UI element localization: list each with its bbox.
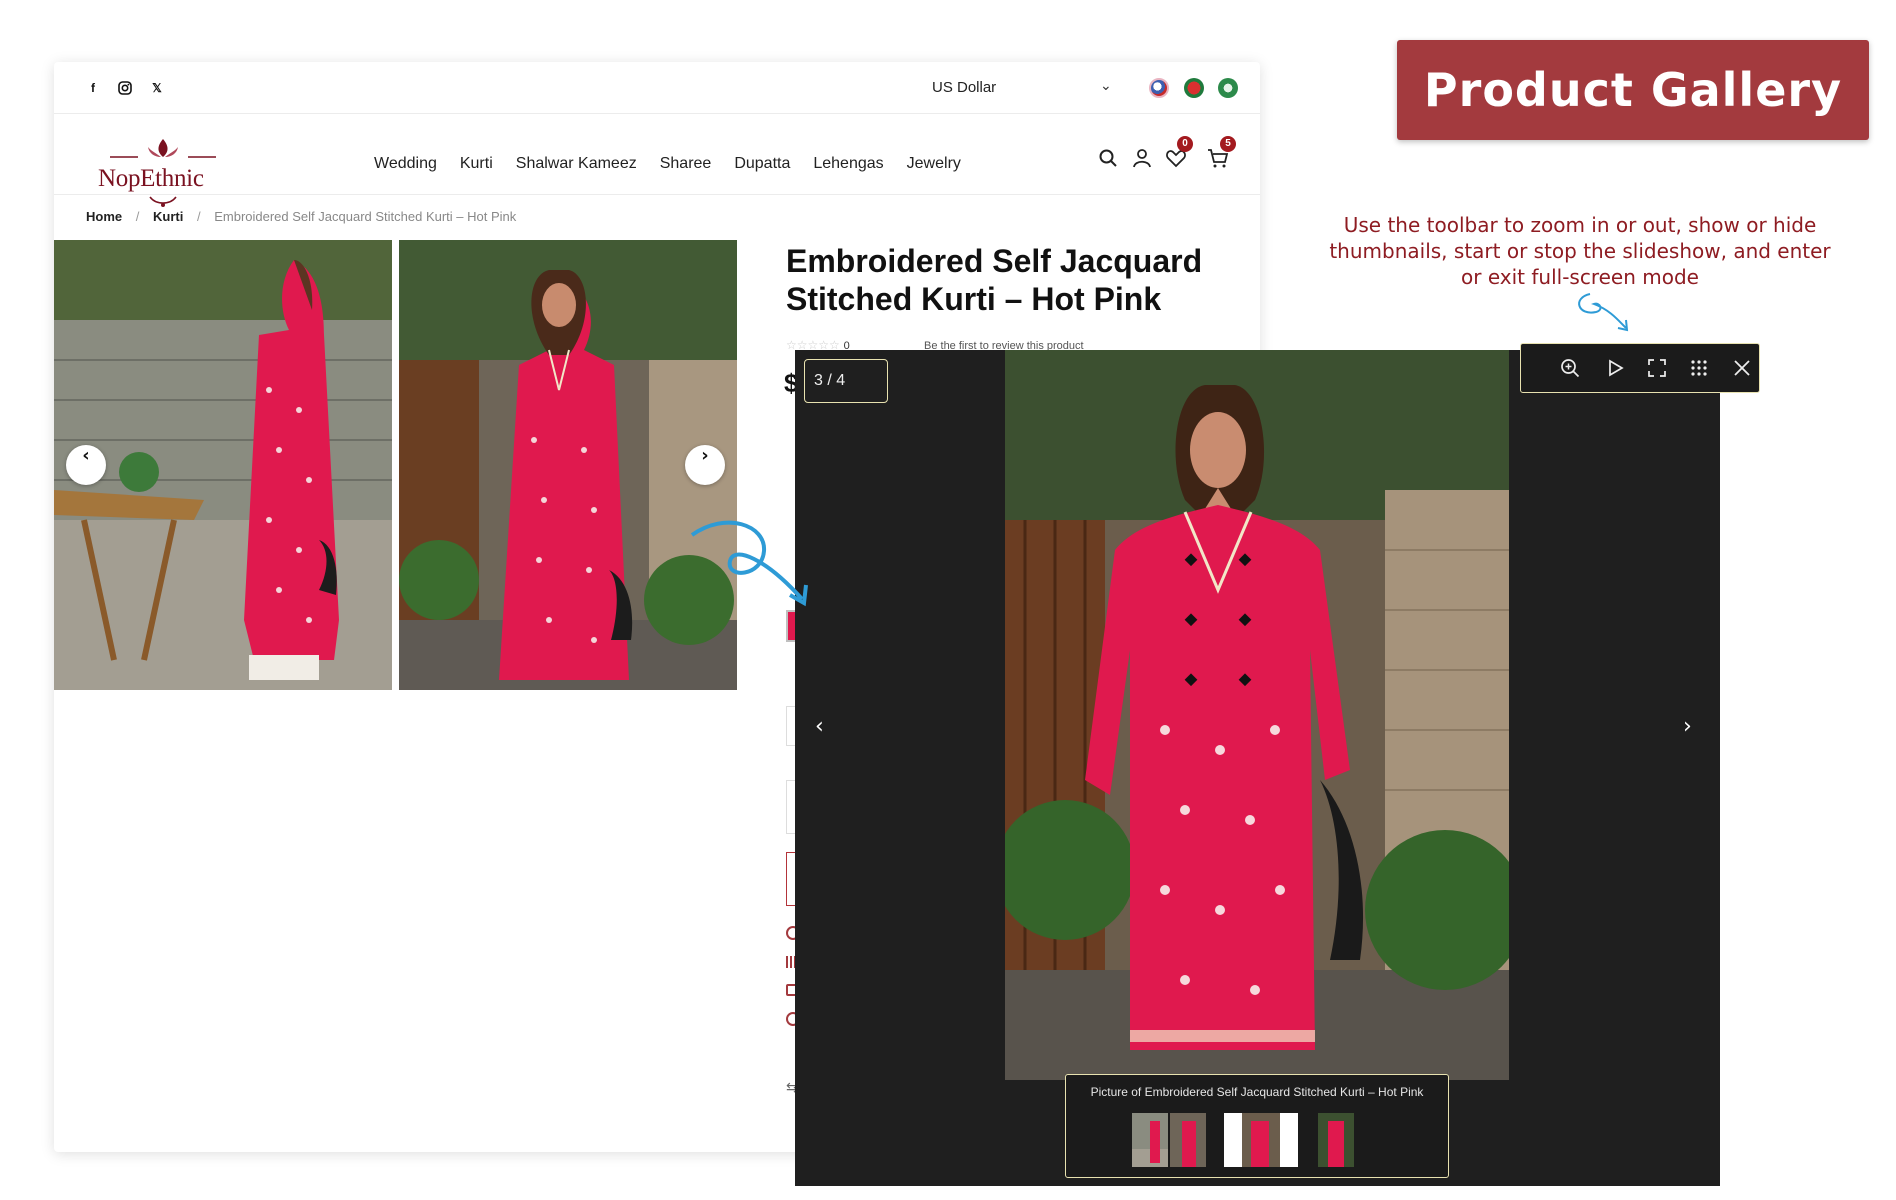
- nav-item-shalwar-kameez[interactable]: Shalwar Kameez: [516, 155, 637, 173]
- zoom-in-icon[interactable]: [1559, 357, 1581, 379]
- product-gallery-tag: Product Gallery: [1397, 40, 1869, 140]
- chevron-down-icon[interactable]: ⌄: [1100, 78, 1112, 94]
- thumbnails-grid-icon[interactable]: [1688, 357, 1710, 379]
- cart-count-badge: 5: [1220, 136, 1236, 152]
- image-caption: Picture of Embroidered Self Jacquard Sti…: [1090, 1085, 1424, 1099]
- product-photo-2[interactable]: ›: [399, 240, 737, 690]
- lightbox-main-image[interactable]: [1005, 350, 1509, 1080]
- facebook-icon[interactable]: f: [84, 79, 102, 97]
- breadcrumb-current: Embroidered Self Jacquard Stitched Kurti…: [214, 209, 517, 224]
- search-icon[interactable]: [1096, 146, 1120, 170]
- product-photo-1[interactable]: ‹: [54, 240, 392, 690]
- x-twitter-icon[interactable]: 𝕏: [148, 79, 166, 97]
- currency-selector[interactable]: US Dollar: [932, 79, 996, 96]
- thumbnail-2[interactable]: [1170, 1113, 1206, 1167]
- slideshow-play-icon[interactable]: [1604, 357, 1626, 379]
- lightbox-prev-arrow[interactable]: ‹: [815, 714, 824, 739]
- slide-counter: 3 / 4: [804, 359, 888, 403]
- thumbnail-3-active[interactable]: [1224, 1113, 1298, 1167]
- saudi-flag-icon[interactable]: [1218, 78, 1238, 98]
- gallery-prev-button[interactable]: ‹: [66, 445, 106, 485]
- lightbox-viewer: 3 / 4 ‹ › Picture of Embroidered Self Ja…: [795, 350, 1720, 1186]
- annotation-curved-arrow-small: [1578, 293, 1629, 332]
- bangladesh-flag-icon[interactable]: [1184, 78, 1204, 98]
- breadcrumb-category[interactable]: Kurti: [153, 209, 183, 224]
- nav-item-wedding[interactable]: Wedding: [374, 155, 437, 173]
- us-flag-icon[interactable]: [1149, 78, 1169, 98]
- lightbox-next-arrow[interactable]: ›: [1683, 714, 1692, 739]
- breadcrumb-separator: /: [196, 209, 201, 224]
- user-icon[interactable]: [1130, 146, 1154, 170]
- logo-wordmark: NopEthnic: [98, 165, 204, 192]
- breadcrumb-separator: /: [135, 209, 140, 224]
- instagram-icon[interactable]: [116, 79, 134, 97]
- nav-item-kurti[interactable]: Kurti: [460, 155, 493, 173]
- product-title: Embroidered Self Jacquard Stitched Kurti…: [786, 243, 1203, 317]
- close-icon[interactable]: [1731, 357, 1753, 379]
- top-bar: f 𝕏 US Dollar ⌄: [54, 62, 1260, 114]
- nav-item-jewelry[interactable]: Jewelry: [907, 155, 961, 173]
- breadcrumb: Home / Kurti / Embroidered Self Jacquard…: [86, 209, 526, 224]
- breadcrumb-home[interactable]: Home: [86, 209, 122, 224]
- thumbnail-strip: Picture of Embroidered Self Jacquard Sti…: [1065, 1074, 1449, 1178]
- toolbar-annotation-note: Use the toolbar to zoom in or out, show …: [1329, 213, 1831, 289]
- main-nav: Wedding Kurti Shalwar Kameez Sharee Dupa…: [374, 155, 984, 173]
- thumbnail-4[interactable]: [1318, 1113, 1354, 1167]
- annotation-curved-arrow-large: [690, 520, 808, 607]
- nav-item-dupatta[interactable]: Dupatta: [734, 155, 790, 173]
- thumbnail-1[interactable]: [1132, 1113, 1168, 1167]
- nav-item-lehengas[interactable]: Lehengas: [813, 155, 883, 173]
- wishlist-count-badge: 0: [1177, 136, 1193, 152]
- gallery-next-button[interactable]: ›: [685, 445, 725, 485]
- site-logo[interactable]: NopEthnic: [98, 135, 228, 207]
- fullscreen-icon[interactable]: [1646, 357, 1668, 379]
- lightbox-toolbar: [1520, 343, 1760, 393]
- nav-item-sharee[interactable]: Sharee: [660, 155, 712, 173]
